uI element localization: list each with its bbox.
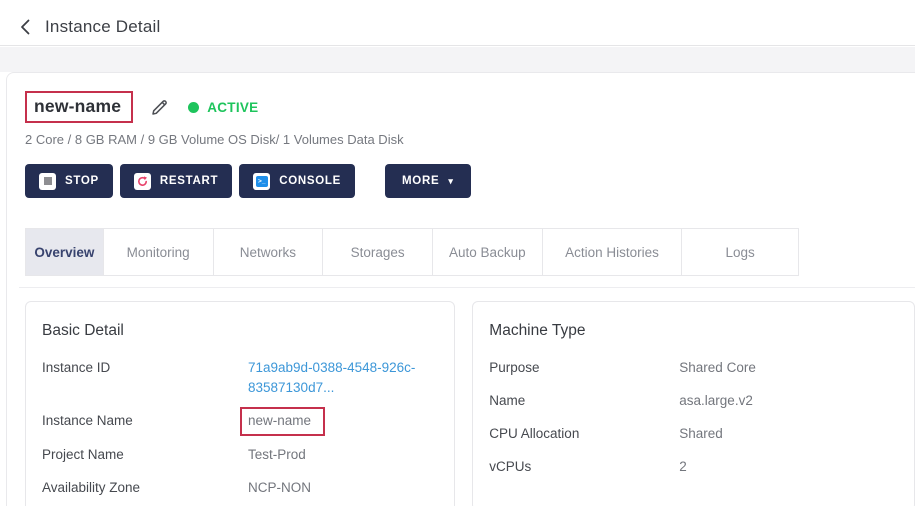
instance-name-annotation-box: new-name <box>25 91 133 123</box>
instance-specs: 2 Core / 8 GB RAM / 9 GB Volume OS Disk/… <box>25 132 915 147</box>
machine-type-card: Machine Type Purpose Shared Core Name as… <box>472 301 915 506</box>
status-dot-icon <box>188 102 199 113</box>
chevron-left-icon <box>20 19 30 35</box>
tab-monitoring[interactable]: Monitoring <box>104 229 214 275</box>
detail-tabs: Overview Monitoring Networks Storages Au… <box>25 228 799 276</box>
basic-detail-card: Basic Detail Instance ID 71a9ab9d-0388-4… <box>25 301 455 506</box>
row-cpu-allocation: CPU Allocation Shared <box>489 424 898 444</box>
machine-type-title: Machine Type <box>489 320 898 342</box>
row-instance-name: Instance Name new-name <box>42 411 438 432</box>
tab-logs[interactable]: Logs <box>682 229 798 275</box>
row-purpose: Purpose Shared Core <box>489 358 898 378</box>
restart-button[interactable]: RESTART <box>120 164 232 198</box>
page-title: Instance Detail <box>45 17 160 37</box>
status-label: ACTIVE <box>207 100 258 115</box>
console-icon: >_ <box>253 173 270 190</box>
section-divider <box>19 287 915 288</box>
row-availability-zone: Availability Zone NCP-NON <box>42 478 438 498</box>
action-buttons: STOP RESTART >_ CONSOLE MORE ▾ <box>25 164 915 198</box>
basic-detail-title: Basic Detail <box>42 320 438 342</box>
background-band <box>0 47 915 72</box>
tab-networks[interactable]: Networks <box>214 229 324 275</box>
pencil-icon <box>150 98 169 117</box>
stop-icon <box>39 173 56 190</box>
instance-name-value-annotation-box: new-name <box>240 407 325 436</box>
console-button[interactable]: >_ CONSOLE <box>239 164 355 198</box>
row-machine-name: Name asa.large.v2 <box>489 391 898 411</box>
tab-overview[interactable]: Overview <box>26 229 104 275</box>
chevron-down-icon: ▾ <box>448 177 453 186</box>
edit-name-button[interactable] <box>150 98 169 117</box>
back-button[interactable] <box>20 19 30 35</box>
page-header: Instance Detail <box>0 0 915 46</box>
status-badge: ACTIVE <box>188 100 258 115</box>
row-instance-id: Instance ID 71a9ab9d-0388-4548-926c-8358… <box>42 358 438 398</box>
restart-icon <box>134 173 151 190</box>
tab-auto-backup[interactable]: Auto Backup <box>433 229 543 275</box>
instance-id-link[interactable]: 71a9ab9d-0388-4548-926c-83587130d7... <box>248 358 438 398</box>
row-vcpus: vCPUs 2 <box>489 457 898 477</box>
tab-action-histories[interactable]: Action Histories <box>543 229 683 275</box>
instance-name-title: new-name <box>34 96 121 116</box>
instance-detail-panel: new-name ACTIVE 2 Core / 8 GB RAM / 9 GB… <box>6 72 915 506</box>
more-button[interactable]: MORE ▾ <box>385 164 471 198</box>
row-project-name: Project Name Test-Prod <box>42 445 438 465</box>
tab-storages[interactable]: Storages <box>323 229 433 275</box>
detail-cards: Basic Detail Instance ID 71a9ab9d-0388-4… <box>25 301 915 506</box>
stop-button[interactable]: STOP <box>25 164 113 198</box>
instance-name-row: new-name ACTIVE <box>25 89 915 125</box>
